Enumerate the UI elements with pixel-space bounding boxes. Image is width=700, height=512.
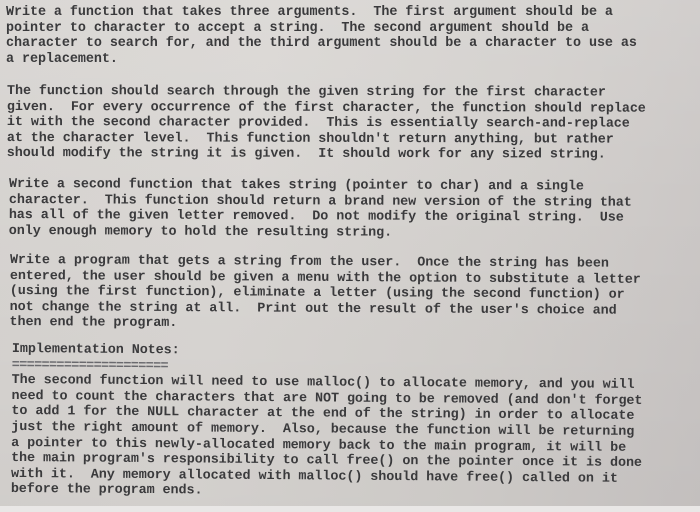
paragraph-search-replace: The function should search through the g… — [7, 84, 646, 164]
paragraph-first-function: Write a function that takes three argume… — [6, 5, 637, 67]
implementation-notes: Implementation Notes: ===================… — [11, 342, 643, 503]
text-line: should modify the string it is given. It… — [6, 146, 606, 163]
text-line: at the character level. This function sh… — [6, 130, 614, 148]
screen-bottom-edge — [0, 506, 700, 512]
text-line: a replacement. — [6, 51, 118, 67]
paragraph-program: Write a program that gets a string from … — [10, 253, 641, 335]
text-line: given. For every occurrence of the first… — [6, 99, 646, 117]
text-line: character to search for, and the third a… — [6, 36, 637, 52]
text-line: pointer to character to accept a string.… — [6, 20, 589, 36]
text-line: only enough memory to hold the resulting… — [8, 223, 393, 241]
text-line: Write a function that takes three argume… — [6, 5, 613, 20]
paragraph-second-function: Write a second function that takes strin… — [9, 177, 632, 242]
document-page: Write a function that takes three argume… — [0, 0, 700, 506]
text-line: it with the second character provided. T… — [6, 115, 630, 132]
text-line: The function should search through the g… — [6, 84, 606, 101]
